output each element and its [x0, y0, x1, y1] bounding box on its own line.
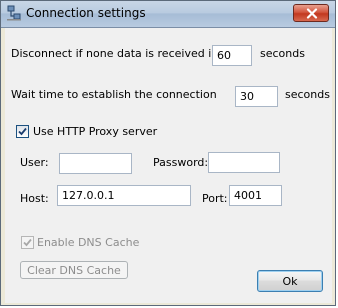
- title-bar[interactable]: Connection settings: [1, 1, 335, 28]
- proxy-password-input[interactable]: [208, 152, 280, 173]
- close-x-icon: [306, 8, 318, 19]
- proxy-host-input[interactable]: [57, 185, 191, 206]
- proxy-port-input[interactable]: [229, 185, 282, 206]
- user-label: User:: [20, 156, 49, 169]
- use-proxy-label[interactable]: Use HTTP Proxy server: [33, 125, 157, 138]
- use-proxy-checkbox[interactable]: [16, 125, 29, 138]
- connection-settings-dialog: Connection settings Disconnect if none d…: [0, 0, 336, 306]
- wait-label: Wait time to establish the connection: [11, 88, 217, 101]
- disconnect-timeout-input[interactable]: [212, 45, 252, 66]
- clear-dns-cache-button[interactable]: Clear DNS Cache: [20, 261, 128, 279]
- close-button[interactable]: [293, 4, 329, 22]
- network-connection-icon: [6, 5, 22, 21]
- enable-dns-cache-checkbox[interactable]: [21, 236, 34, 249]
- password-label: Password:: [153, 156, 209, 169]
- checkmark-icon: [23, 238, 32, 247]
- wait-unit-label: seconds: [285, 88, 330, 101]
- window-title: Connection settings: [26, 6, 146, 20]
- wait-timeout-input[interactable]: [235, 86, 278, 107]
- host-label: Host:: [20, 192, 49, 205]
- checkmark-icon: [18, 127, 27, 136]
- port-label: Port:: [202, 192, 228, 205]
- disconnect-label: Disconnect if none data is received in: [11, 47, 219, 60]
- dialog-body: Disconnect if none data is received in s…: [5, 28, 332, 303]
- proxy-user-input[interactable]: [59, 153, 132, 174]
- ok-button[interactable]: Ok: [257, 270, 323, 292]
- enable-dns-cache-label: Enable DNS Cache: [37, 236, 140, 249]
- disconnect-unit-label: seconds: [260, 47, 305, 60]
